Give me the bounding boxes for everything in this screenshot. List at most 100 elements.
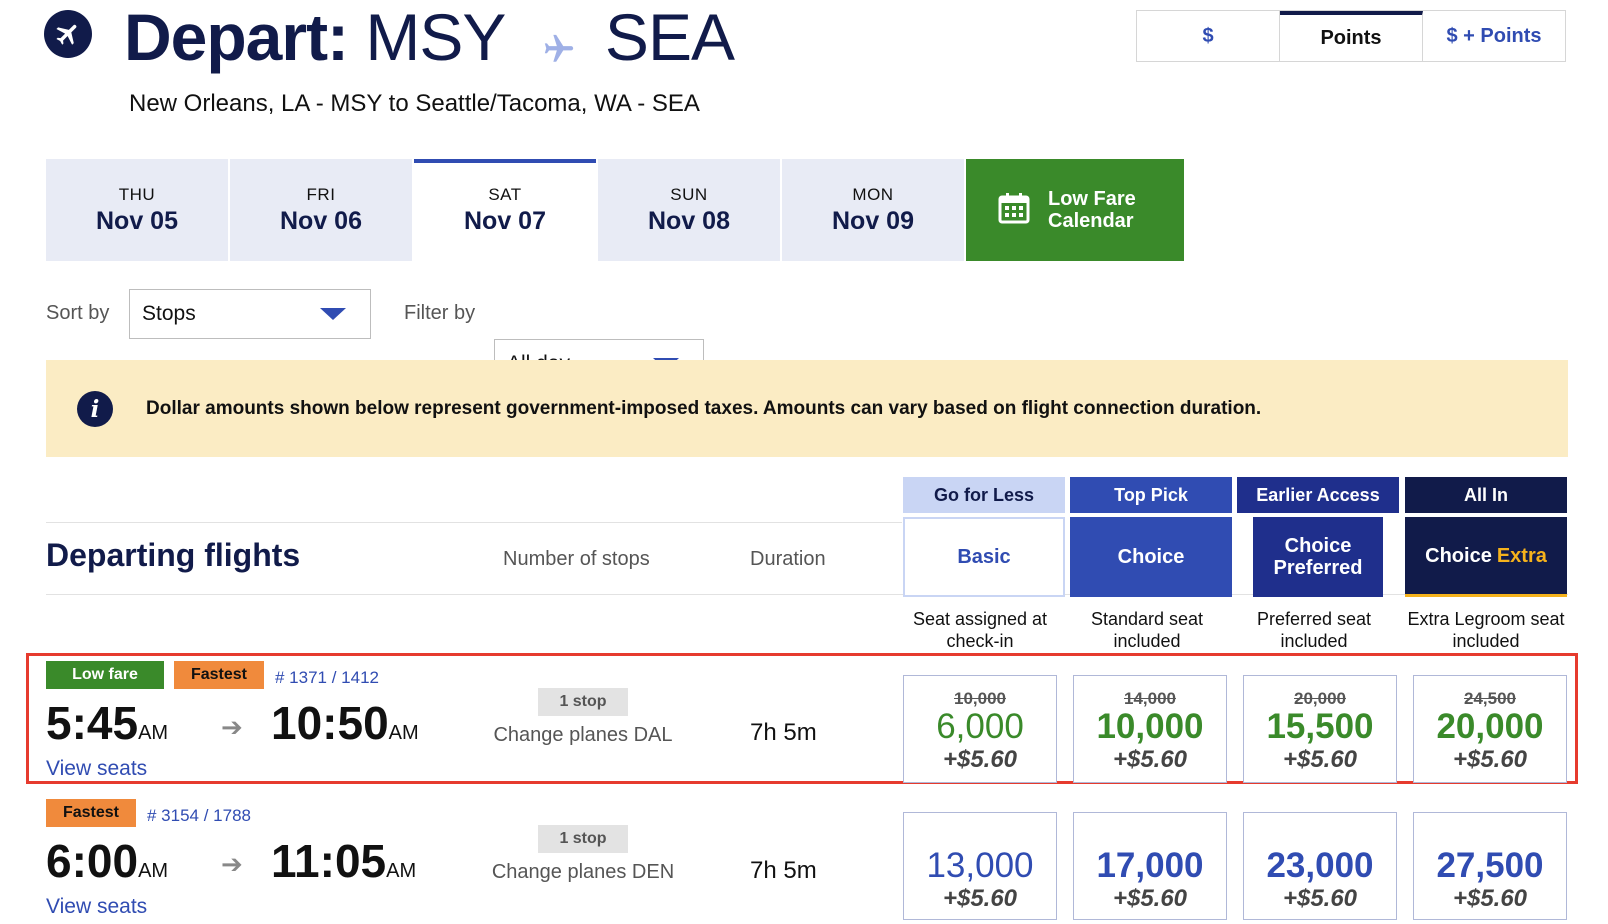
points-price: 23,000 (1266, 846, 1374, 885)
date-tab-dow: FRI (306, 185, 336, 204)
fare-description: Seat assigned at check-in (912, 609, 1048, 651)
fare-header-choice-preferred: Earlier Access Choice Preferred (1237, 477, 1399, 599)
page-title: Depart: MSY SEA (124, 0, 735, 80)
depart-ampm: AM (138, 722, 169, 744)
date-tab-mon[interactable]: MON Nov 09 (782, 159, 964, 261)
date-tab-date: Nov 06 (280, 207, 362, 235)
sale-points: 6,000 (936, 707, 1024, 746)
fare-price-basic[interactable]: 10,000 6,000 +$5.60 (903, 675, 1057, 783)
date-tab-date: Nov 05 (96, 207, 178, 235)
fare-price-choice[interactable]: 14,000 10,000 +$5.60 (1073, 675, 1227, 783)
sale-points: 20,000 (1436, 707, 1544, 746)
low-fare-calendar-button[interactable]: Low Fare Calendar (966, 159, 1184, 261)
sort-select[interactable]: Stops (129, 289, 371, 339)
arrow-right-icon: ➔ (221, 849, 243, 879)
sort-value: Stops (142, 302, 196, 325)
tax-amount: +$5.60 (1112, 885, 1188, 912)
arrive-time: 10:50AM (271, 696, 419, 750)
date-tab-sat[interactable]: SAT Nov 07 (414, 159, 596, 261)
change-planes-text: Change planes DAL (493, 724, 673, 746)
fare-price-basic[interactable]: 13,000 +$5.60 (903, 812, 1057, 920)
points-price: 17,000 (1096, 846, 1204, 885)
tax-amount: +$5.60 (1452, 746, 1528, 773)
arrow-right-icon: ➔ (221, 712, 243, 742)
fare-tag: Earlier Access (1237, 477, 1399, 513)
fare-name: Choice (1070, 517, 1232, 597)
arrive-ampm: AM (388, 722, 419, 744)
tax-amount: +$5.60 (1282, 746, 1358, 773)
fare-name-main: Choice (1425, 544, 1492, 567)
arrive-ampm: AM (386, 860, 417, 882)
date-tab-dow: MON (852, 185, 894, 204)
calendar-icon (998, 192, 1030, 229)
fare-header-choice-extra: All In Choice Extra (1405, 477, 1567, 599)
tax-notice-banner: i Dollar amounts shown below represent g… (46, 360, 1568, 457)
stops-badge[interactable]: 1 stop (538, 825, 628, 853)
chevron-down-icon (320, 308, 346, 320)
departing-flights-title: Departing flights (46, 537, 301, 573)
flight-duration: 7h 5m (750, 719, 817, 746)
depart-ampm: AM (138, 860, 169, 882)
depart-time: 6:00AM (46, 834, 168, 888)
date-tab-dow: SAT (488, 185, 522, 204)
toggle-points[interactable]: Points (1280, 11, 1423, 61)
sale-points: 10,000 (1096, 707, 1204, 746)
change-planes-text: Change planes DEN (491, 861, 675, 883)
fare-name: Choice Extra (1405, 517, 1567, 597)
date-tab-date: Nov 09 (832, 207, 914, 235)
fare-price-choice-preferred[interactable]: 20,000 15,500 +$5.60 (1243, 675, 1397, 783)
fastest-badge: Fastest (46, 799, 136, 827)
fare-price-choice-extra[interactable]: 24,500 20,000 +$5.60 (1413, 675, 1567, 783)
arrive-time-value: 10:50 (271, 697, 389, 749)
toggle-dollars-points[interactable]: $ + Points (1423, 11, 1565, 61)
duration-column-header: Duration (750, 548, 826, 570)
origin-code: MSY (365, 0, 505, 74)
date-tabs: THU Nov 05 FRI Nov 06 SAT Nov 07 SUN Nov… (46, 159, 1184, 261)
view-seats-link[interactable]: View seats (46, 895, 147, 919)
title-label: Depart: (124, 0, 349, 74)
info-icon: i (77, 391, 113, 427)
fare-description: Preferred seat included (1256, 609, 1372, 651)
route-plane-icon (542, 6, 576, 80)
filter-label: Filter by (404, 302, 476, 324)
sale-points: 15,500 (1266, 707, 1374, 746)
fare-name: Basic (903, 517, 1065, 597)
date-tab-date: Nov 08 (648, 207, 730, 235)
fare-description: Standard seat included (1090, 609, 1204, 651)
fare-name: Choice Preferred (1253, 517, 1383, 597)
date-tab-dow: THU (118, 185, 156, 204)
original-points: 14,000 (1124, 689, 1176, 708)
destination-code: SEA (604, 0, 735, 74)
tax-amount: +$5.60 (942, 885, 1018, 912)
fare-tag: Top Pick (1070, 477, 1232, 513)
stops-badge[interactable]: 1 stop (538, 688, 628, 716)
date-tab-fri[interactable]: FRI Nov 06 (230, 159, 412, 261)
date-tab-dow: SUN (670, 185, 708, 204)
date-tab-date: Nov 07 (464, 207, 546, 235)
tax-amount: +$5.60 (1452, 885, 1528, 912)
original-points: 20,000 (1294, 689, 1346, 708)
tax-amount: +$5.60 (1282, 885, 1358, 912)
fare-description: Extra Legroom seat included (1407, 609, 1565, 651)
original-points: 10,000 (954, 689, 1006, 708)
fare-price-choice-preferred[interactable]: 23,000 +$5.60 (1243, 812, 1397, 920)
tax-amount: +$5.60 (1112, 746, 1188, 773)
fastest-badge: Fastest (174, 661, 264, 689)
view-seats-link[interactable]: View seats (46, 757, 147, 781)
low-fare-calendar-label: Low Fare Calendar (1048, 188, 1136, 232)
fare-price-choice[interactable]: 17,000 +$5.60 (1073, 812, 1227, 920)
points-price: 27,500 (1436, 846, 1544, 885)
toggle-dollars[interactable]: $ (1137, 11, 1280, 61)
depart-time: 5:45AM (46, 696, 168, 750)
fare-tag: All In (1405, 477, 1567, 513)
points-price: 13,000 (926, 846, 1034, 885)
flight-numbers: # 1371 / 1412 (275, 668, 379, 687)
date-tab-sun[interactable]: SUN Nov 08 (598, 159, 780, 261)
flight-duration: 7h 5m (750, 857, 817, 884)
airplane-icon (44, 10, 92, 58)
depart-time-value: 6:00 (46, 835, 139, 887)
date-tab-thu[interactable]: THU Nov 05 (46, 159, 228, 261)
fare-price-choice-extra[interactable]: 27,500 +$5.60 (1413, 812, 1567, 920)
divider (46, 522, 902, 523)
arrive-time: 11:05AM (271, 834, 416, 888)
